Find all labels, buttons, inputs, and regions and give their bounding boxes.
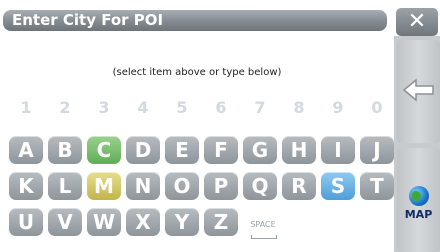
key-k[interactable]: K xyxy=(9,172,43,200)
key-v[interactable]: V xyxy=(48,208,82,236)
map-label: MAP xyxy=(404,208,433,221)
back-arrow-icon xyxy=(402,78,434,102)
digit-9: 9 xyxy=(332,98,344,117)
key-l[interactable]: L xyxy=(48,172,82,200)
title-bar: Enter City For POI xyxy=(3,10,387,31)
page-title: Enter City For POI xyxy=(12,11,164,29)
map-button[interactable]: MAP xyxy=(397,148,440,252)
digit-2: 2 xyxy=(59,98,71,117)
space-key[interactable]: SPACE xyxy=(246,218,280,246)
key-g[interactable]: G xyxy=(243,136,277,164)
key-n[interactable]: N xyxy=(126,172,160,200)
digit-7: 7 xyxy=(254,98,266,117)
key-w[interactable]: W xyxy=(87,208,121,236)
key-f[interactable]: F xyxy=(204,136,238,164)
digit-5: 5 xyxy=(176,98,188,117)
backspace-button[interactable] xyxy=(397,40,440,143)
digit-1: 1 xyxy=(20,98,32,117)
globe-icon xyxy=(409,186,429,206)
key-m[interactable]: M xyxy=(87,172,121,200)
key-o[interactable]: O xyxy=(165,172,199,200)
digit-0: 0 xyxy=(371,98,383,117)
close-button[interactable]: ✕ xyxy=(396,8,438,36)
key-p[interactable]: P xyxy=(204,172,238,200)
key-b[interactable]: B xyxy=(48,136,82,164)
digit-8: 8 xyxy=(293,98,305,117)
key-t[interactable]: T xyxy=(360,172,394,200)
key-i[interactable]: I xyxy=(321,136,355,164)
space-bar-icon xyxy=(251,235,277,239)
space-label: SPACE xyxy=(250,220,276,229)
key-c[interactable]: C xyxy=(87,136,121,164)
digit-6: 6 xyxy=(215,98,227,117)
key-a[interactable]: A xyxy=(9,136,43,164)
key-x[interactable]: X xyxy=(126,208,160,236)
key-u[interactable]: U xyxy=(9,208,43,236)
hint-text: (select item above or type below) xyxy=(112,67,282,78)
key-q[interactable]: Q xyxy=(243,172,277,200)
key-z[interactable]: Z xyxy=(204,208,238,236)
key-s[interactable]: S xyxy=(321,172,355,200)
close-icon: ✕ xyxy=(407,9,427,34)
key-y[interactable]: Y xyxy=(165,208,199,236)
key-d[interactable]: D xyxy=(126,136,160,164)
digit-4: 4 xyxy=(137,98,149,117)
digit-3: 3 xyxy=(98,98,110,117)
key-j[interactable]: J xyxy=(360,136,394,164)
key-r[interactable]: R xyxy=(282,172,316,200)
key-h[interactable]: H xyxy=(282,136,316,164)
key-e[interactable]: E xyxy=(165,136,199,164)
